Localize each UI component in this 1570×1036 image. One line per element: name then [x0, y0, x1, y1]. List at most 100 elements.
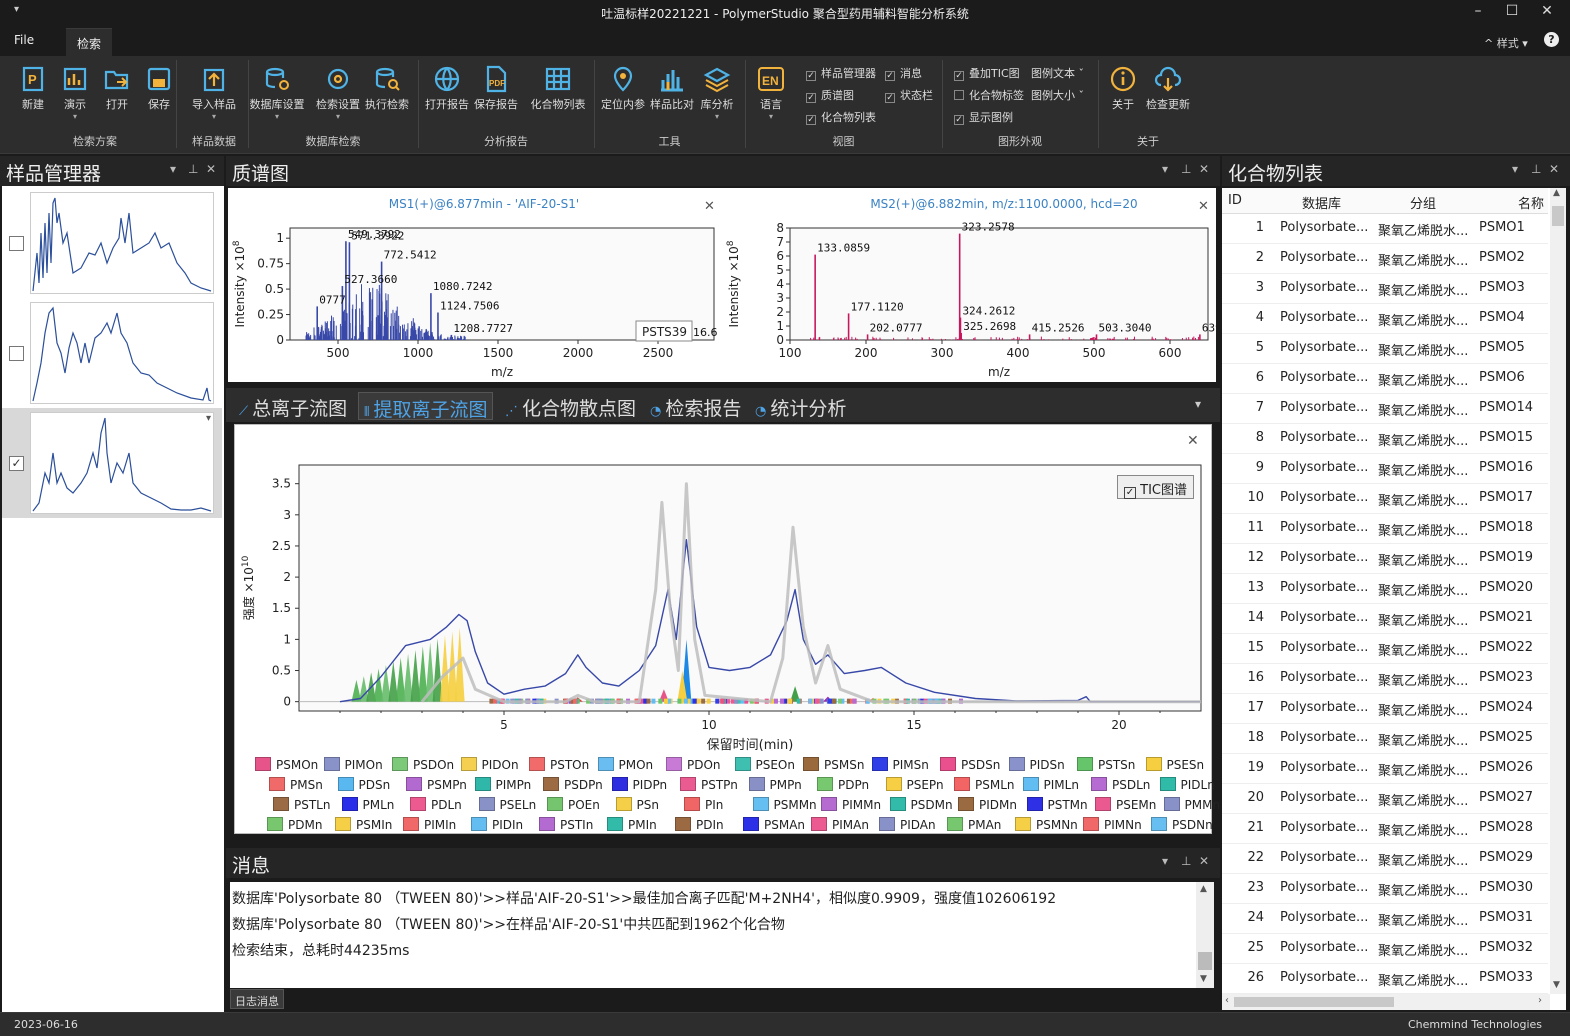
pin-icon[interactable]: ⊥ [188, 162, 198, 176]
minimize-button[interactable]: – [1463, 3, 1493, 23]
legend-item[interactable]: PSn [615, 797, 659, 812]
help-icon[interactable]: ? [1544, 32, 1559, 47]
legend-item[interactable]: PMPn [748, 777, 802, 792]
legend-item[interactable]: PSMIn [335, 817, 392, 832]
table-row[interactable]: 6 Polysorbate... 聚氧乙烯脱水... PSMO6 [1222, 364, 1548, 394]
table-row[interactable]: 2 Polysorbate... 聚氧乙烯脱水... PSMO2 [1222, 244, 1548, 274]
legend-item[interactable]: PSTPn [680, 777, 738, 792]
appearance-dropdown-0[interactable]: 图例文本 ˇ [1031, 65, 1084, 81]
table-row[interactable]: 19 Polysorbate... 聚氧乙烯脱水... PSMO26 [1222, 754, 1548, 784]
ribbon-button-layers[interactable]: 库分析 ▾ [687, 64, 747, 121]
style-dropdown[interactable]: ^ 样式 ▾ [1484, 35, 1528, 51]
maximize-button[interactable]: ☐ [1497, 3, 1527, 23]
legend-item[interactable]: PSDPn [543, 777, 603, 792]
tab-2[interactable]: ⋰ 化合物散点图 [500, 392, 641, 420]
table-row[interactable]: 20 Polysorbate... 聚氧乙烯脱水... PSMO27 [1222, 784, 1548, 814]
view-check-4[interactable]: ✓ 状态栏 [885, 87, 933, 103]
legend-item[interactable]: PIMSn [871, 757, 929, 772]
legend-item[interactable]: PSTMn [1026, 797, 1088, 812]
legend-item[interactable]: PIMAn [811, 817, 869, 832]
legend-item[interactable]: PIDLn [1159, 777, 1215, 792]
tab-4[interactable]: ◔ 统计分析 [750, 392, 851, 420]
legend-item[interactable]: PIMPn [474, 777, 531, 792]
ms2-chart[interactable]: MS2(+)@6.882min, m/z:1100.0000, hcd=20 ✕ 1… [722, 188, 1216, 382]
legend-item[interactable]: PSMNn [1015, 817, 1078, 832]
table-row[interactable]: 13 Polysorbate... 聚氧乙烯脱水... PSMO20 [1222, 574, 1548, 604]
checkbox-icon[interactable]: ✓ [954, 115, 964, 125]
legend-item[interactable]: PDIn [675, 817, 724, 832]
chevron-down-icon[interactable]: ▾ [206, 413, 211, 424]
table-row[interactable]: 1 Polysorbate... 聚氧乙烯脱水... PSMO1 [1222, 214, 1548, 244]
checkbox-icon[interactable]: ✓ [885, 71, 895, 81]
legend-item[interactable]: PSTOn [529, 757, 589, 772]
legend-item[interactable]: PIDMn [958, 797, 1017, 812]
legend-item[interactable]: PIDPn [611, 777, 667, 792]
ribbon-button-cloud-download[interactable]: 检查更新 [1138, 64, 1198, 112]
table-row[interactable]: 4 Polysorbate... 聚氧乙烯脱水... PSMO4 [1222, 304, 1548, 334]
legend-item[interactable]: PDPn [817, 777, 869, 792]
table-row[interactable]: 8 Polysorbate... 聚氧乙烯脱水... PSMO15 [1222, 424, 1548, 454]
panel-menu-icon[interactable]: ▾ [1162, 854, 1168, 868]
checkbox-icon[interactable]: ✓ [806, 115, 816, 125]
table-hscrollbar[interactable]: ‹ › [1222, 994, 1550, 1010]
pin-icon[interactable]: ⊥ [1531, 162, 1541, 176]
legend-item[interactable]: PIDIn [471, 817, 523, 832]
table-row[interactable]: 17 Polysorbate... 聚氧乙烯脱水... PSMO24 [1222, 694, 1548, 724]
legend-item[interactable]: PSEMn [1095, 797, 1156, 812]
table-row[interactable]: 12 Polysorbate... 聚氧乙烯脱水... PSMO19 [1222, 544, 1548, 574]
legend-item[interactable]: PSELn [478, 797, 536, 812]
sample-checkbox[interactable]: ✓ [9, 456, 24, 471]
legend-item[interactable]: PSMPn [406, 777, 467, 792]
legend-item[interactable]: PSMMn [752, 797, 817, 812]
close-icon[interactable]: ✕ [206, 162, 216, 176]
tab-search[interactable]: 检索 [66, 28, 112, 56]
tab-1[interactable]: ⫴ 提取离子流图 [358, 392, 494, 421]
col-id[interactable]: ID [1228, 193, 1242, 208]
legend-item[interactable]: PIn [684, 797, 723, 812]
ribbon-button-save[interactable]: 保存 [129, 64, 189, 112]
view-check-2[interactable]: ✓ 化合物列表 [806, 109, 876, 125]
legend-item[interactable]: PMLn [341, 797, 394, 812]
legend-item[interactable]: PMAn [947, 817, 1001, 832]
ribbon-button-grid[interactable]: 化合物列表 [528, 64, 588, 112]
sample-thumbnail[interactable] [30, 192, 214, 294]
table-row[interactable]: 25 Polysorbate... 聚氧乙烯脱水... PSMO32 [1222, 934, 1548, 964]
close-icon[interactable]: ✕ [1199, 854, 1209, 868]
legend-item[interactable]: PMIn [607, 817, 657, 832]
pin-icon[interactable]: ⊥ [1181, 162, 1191, 176]
tab-log-messages[interactable]: 日志消息 [230, 989, 284, 1009]
table-row[interactable]: 21 Polysorbate... 聚氧乙烯脱水... PSMO28 [1222, 814, 1548, 844]
legend-item[interactable]: PSTLn [273, 797, 330, 812]
checkbox-icon[interactable]: ✓ [954, 71, 964, 81]
view-check-0[interactable]: ✓ 样品管理器 [806, 65, 876, 81]
legend-item[interactable]: PSDMn [889, 797, 953, 812]
legend-item[interactable]: PSMOn [255, 757, 318, 772]
panel-menu-icon[interactable]: ▾ [1162, 162, 1168, 176]
legend-item[interactable]: PIDAn [879, 817, 936, 832]
panel-menu-icon[interactable]: ▾ [1512, 162, 1518, 176]
ribbon-button-import[interactable]: 导入样品 ▾ [184, 64, 244, 121]
legend-item[interactable]: PIMIn [403, 817, 456, 832]
close-icon[interactable]: ✕ [1199, 162, 1209, 176]
sample-thumbnail[interactable]: ▾ [30, 412, 214, 514]
legend-item[interactable]: PSDLn [1091, 777, 1150, 792]
sample-checkbox[interactable] [9, 346, 24, 361]
checkbox-icon[interactable]: ✓ [885, 93, 895, 103]
table-row[interactable]: 14 Polysorbate... 聚氧乙烯脱水... PSMO21 [1222, 604, 1548, 634]
file-menu[interactable]: File [14, 33, 34, 47]
table-row[interactable]: 3 Polysorbate... 聚氧乙烯脱水... PSMO3 [1222, 274, 1548, 304]
legend-item[interactable]: PIMLn [1022, 777, 1079, 792]
sample-thumbnail[interactable] [30, 302, 214, 404]
view-check-1[interactable]: ✓ 质谱图 [806, 87, 854, 103]
legend-item[interactable]: PSMLn [954, 777, 1015, 792]
eic-chart[interactable]: 5 10 15 20 0 0.5 1 1.5 2 2.5 3 3.5 强度 ×1010 保留时间(min) [235, 445, 1211, 775]
checkbox-icon[interactable]: ✓ [806, 71, 816, 81]
legend-item[interactable]: PMMn [1163, 797, 1220, 812]
table-row[interactable]: 9 Polysorbate... 聚氧乙烯脱水... PSMO16 [1222, 454, 1548, 484]
ribbon-button-language[interactable]: EN 语言 ▾ [741, 64, 801, 121]
table-row[interactable]: 18 Polysorbate... 聚氧乙烯脱水... PSMO25 [1222, 724, 1548, 754]
legend-item[interactable]: PSTSn [1077, 757, 1135, 772]
pin-icon[interactable]: ⊥ [1181, 854, 1191, 868]
table-row[interactable]: 22 Polysorbate... 聚氧乙烯脱水... PSMO29 [1222, 844, 1548, 874]
legend-item[interactable]: PIDSn [1008, 757, 1065, 772]
